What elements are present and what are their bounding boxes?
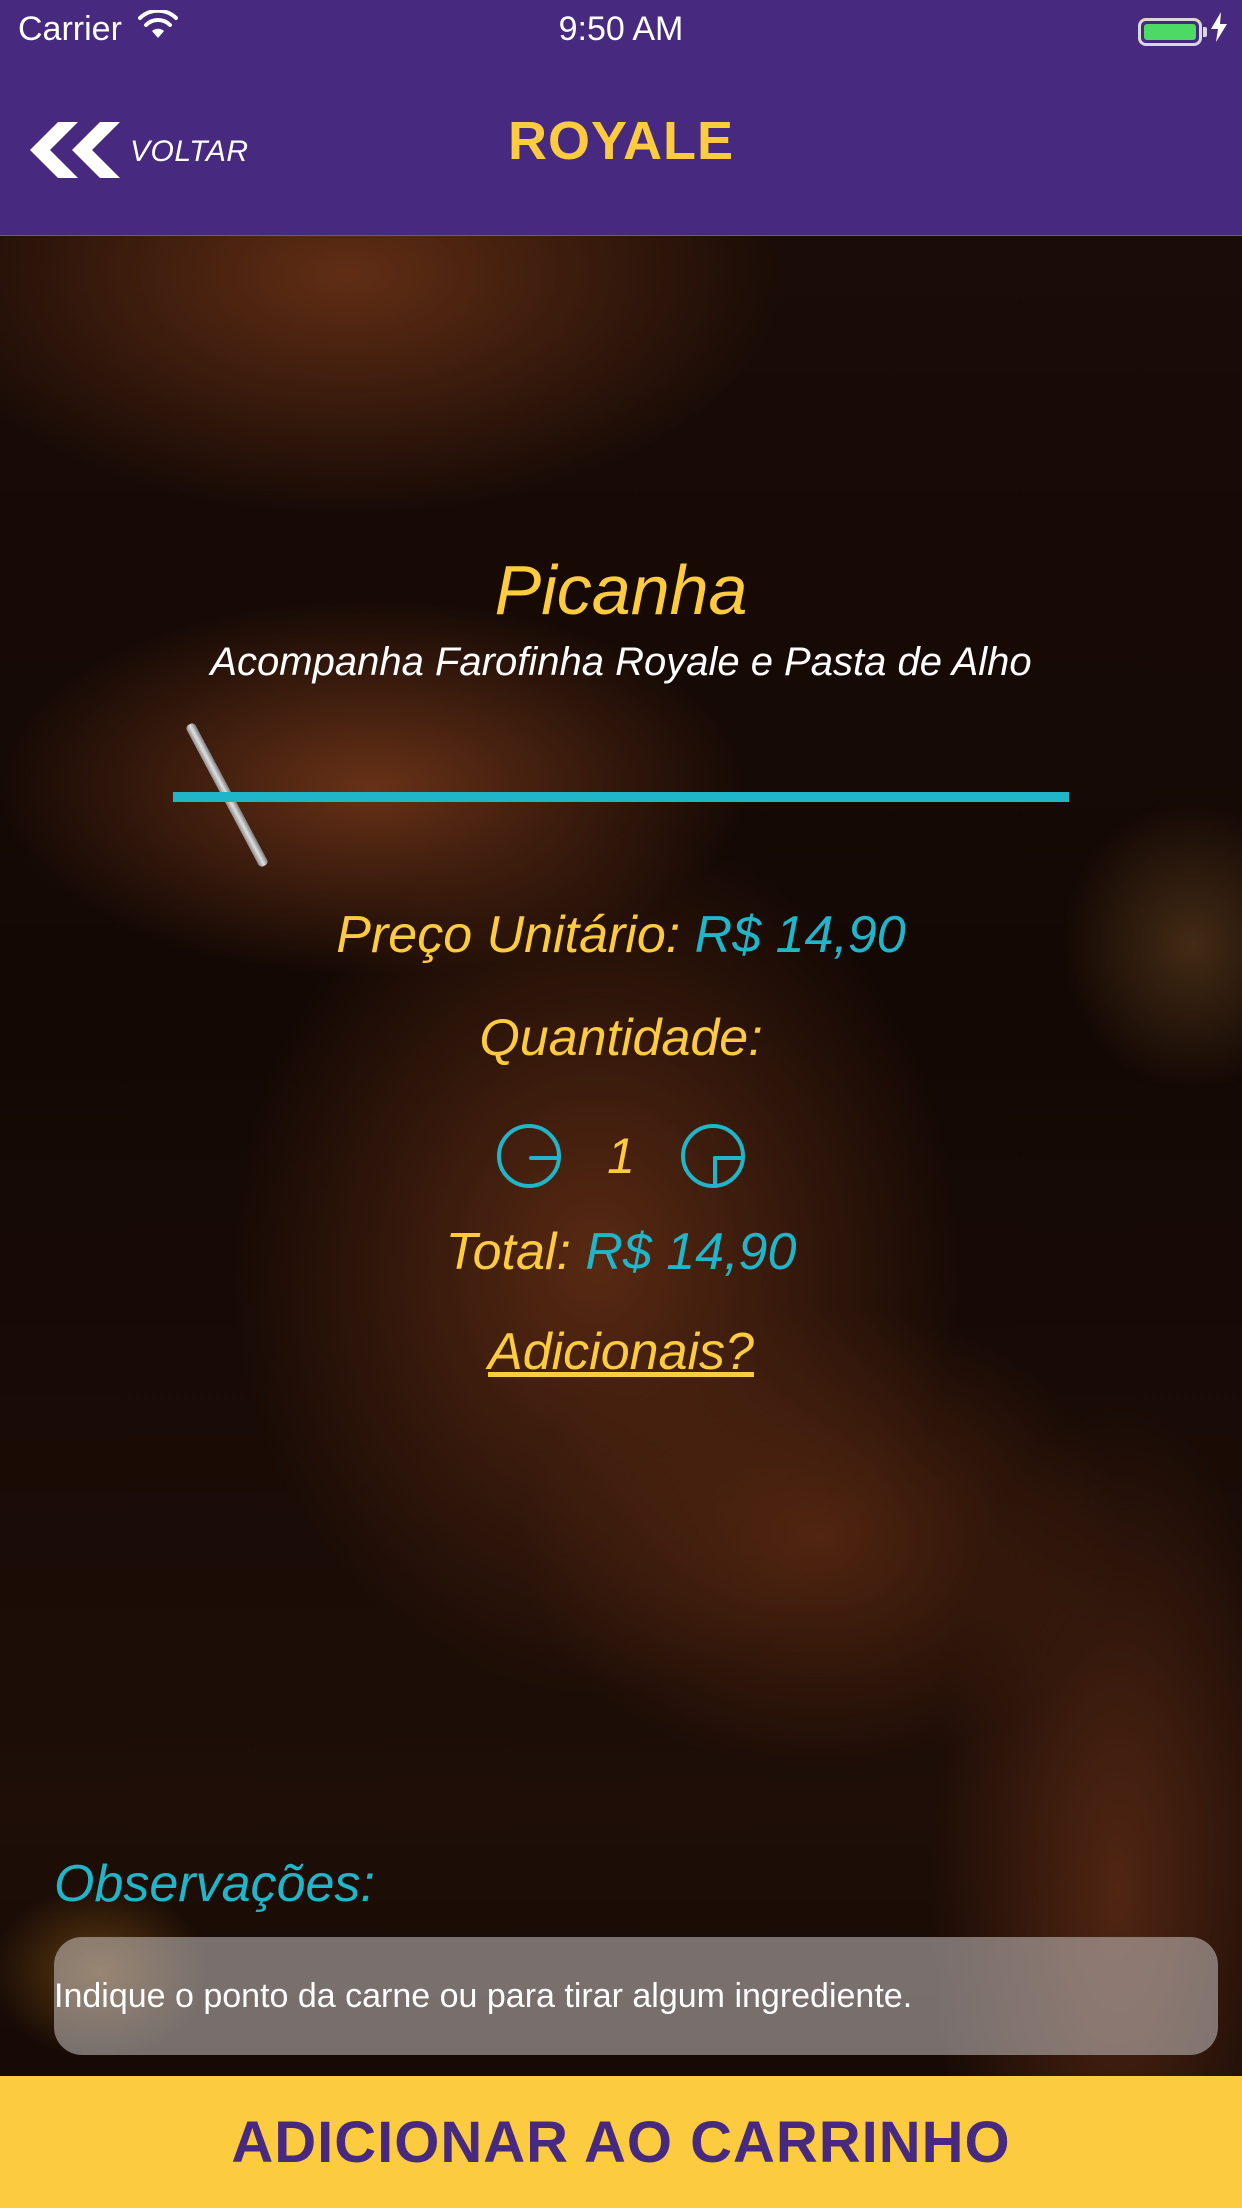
product-description: Acompanha Farofinha Royale e Pasta de Al… [210, 640, 1032, 684]
unit-price-label: Preço Unitário: [336, 906, 681, 964]
battery-icon [1138, 17, 1207, 46]
product-name: Picanha [494, 551, 748, 629]
unit-price-value: R$ 14,90 [694, 906, 906, 964]
increase-quantity-button[interactable] [681, 1124, 745, 1188]
charging-bolt-icon [1210, 12, 1228, 51]
header-bar: Carrier 9:50 AM VOLTAR ROYALE [0, 0, 1242, 236]
quantity-label: Quantidade: [479, 1009, 763, 1067]
page-title: ROYALE [507, 111, 735, 171]
add-to-cart-label: ADICIONAR AO CARRINHO [231, 2109, 1011, 2175]
notes-label: Observações: [54, 1855, 375, 1913]
total-value: R$ 14,90 [585, 1223, 797, 1281]
quantity-stepper: 1 [0, 1124, 1242, 1188]
notes-placeholder: Indique o ponto da carne ou para tirar a… [54, 1976, 913, 2015]
section-divider [173, 792, 1069, 802]
total-row: Total: R$ 14,90 [0, 1222, 1242, 1282]
decrease-quantity-button[interactable] [497, 1124, 561, 1188]
quantity-value: 1 [607, 1128, 635, 1184]
add-to-cart-button[interactable]: ADICIONAR AO CARRINHO [0, 2076, 1242, 2208]
product-detail-screen: Carrier 9:50 AM VOLTAR ROYALE Picanha Ac… [0, 0, 1242, 2208]
status-time: 9:50 AM [558, 10, 684, 48]
status-bar: Carrier 9:50 AM [0, 0, 1242, 62]
product-content: Picanha Acompanha Farofinha Royale e Pas… [0, 0, 1242, 2208]
total-label: Total: [445, 1223, 571, 1281]
notes-input[interactable]: Indique o ponto da carne ou para tirar a… [54, 1937, 1218, 2055]
extras-link[interactable]: Adicionais? [0, 1322, 1242, 1382]
unit-price-row: Preço Unitário: R$ 14,90 [0, 905, 1242, 965]
battery-group [1138, 12, 1228, 51]
battery-level [1144, 23, 1196, 40]
